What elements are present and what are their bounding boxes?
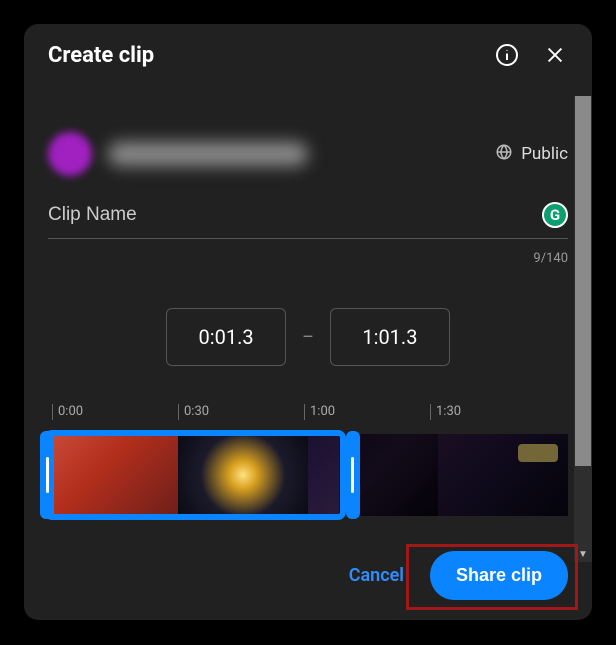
share-clip-button[interactable]: Share clip: [430, 551, 568, 600]
avatar: [48, 132, 92, 176]
end-time-input[interactable]: 1:01.3: [330, 308, 450, 366]
scroll-down-icon[interactable]: ▼: [574, 545, 592, 563]
close-icon[interactable]: [542, 42, 568, 68]
tick-label: 0:30: [184, 404, 209, 419]
user-row: Public: [48, 132, 568, 176]
selection-handle-start[interactable]: [40, 431, 54, 519]
tick-label: 0:00: [58, 404, 83, 419]
dialog-body: Public G 9/140 0:01.3 – 1:01.3 0:00 0:30…: [24, 96, 592, 608]
create-clip-dialog: Create clip Public G: [24, 24, 592, 620]
timeline: 0:00 0:30 1:00 1:30: [48, 404, 568, 516]
visibility-label: Public: [521, 144, 568, 164]
username-redacted: [108, 142, 308, 166]
scrollbar[interactable]: ▲ ▼: [574, 96, 592, 562]
time-separator: –: [302, 327, 314, 348]
start-time-input[interactable]: 0:01.3: [166, 308, 286, 366]
char-counter: 9/140: [48, 251, 568, 266]
timeline-thumbnails[interactable]: [48, 434, 568, 516]
selection-handle-end[interactable]: [346, 431, 360, 519]
thumbnail: [308, 434, 438, 516]
thumbnail: [178, 434, 308, 516]
dialog-header: Create clip: [24, 24, 592, 76]
thumbnail: [48, 434, 178, 516]
clip-name-input[interactable]: [48, 204, 542, 226]
visibility-selector[interactable]: Public: [495, 143, 568, 166]
dialog-footer: Cancel Share clip: [341, 551, 568, 600]
dialog-title: Create clip: [48, 43, 472, 68]
clip-name-row: G: [48, 202, 568, 239]
time-range-row: 0:01.3 – 1:01.3: [48, 308, 568, 366]
info-icon[interactable]: [494, 42, 520, 68]
tick-label: 1:30: [436, 404, 461, 419]
thumbnail: [438, 434, 568, 516]
scrollbar-thumb[interactable]: [575, 96, 591, 466]
timeline-ticks: 0:00 0:30 1:00 1:30: [52, 404, 568, 424]
tick-label: 1:00: [310, 404, 335, 419]
grammarly-icon[interactable]: G: [542, 202, 568, 228]
cancel-button[interactable]: Cancel: [341, 555, 412, 596]
globe-icon: [495, 143, 513, 166]
